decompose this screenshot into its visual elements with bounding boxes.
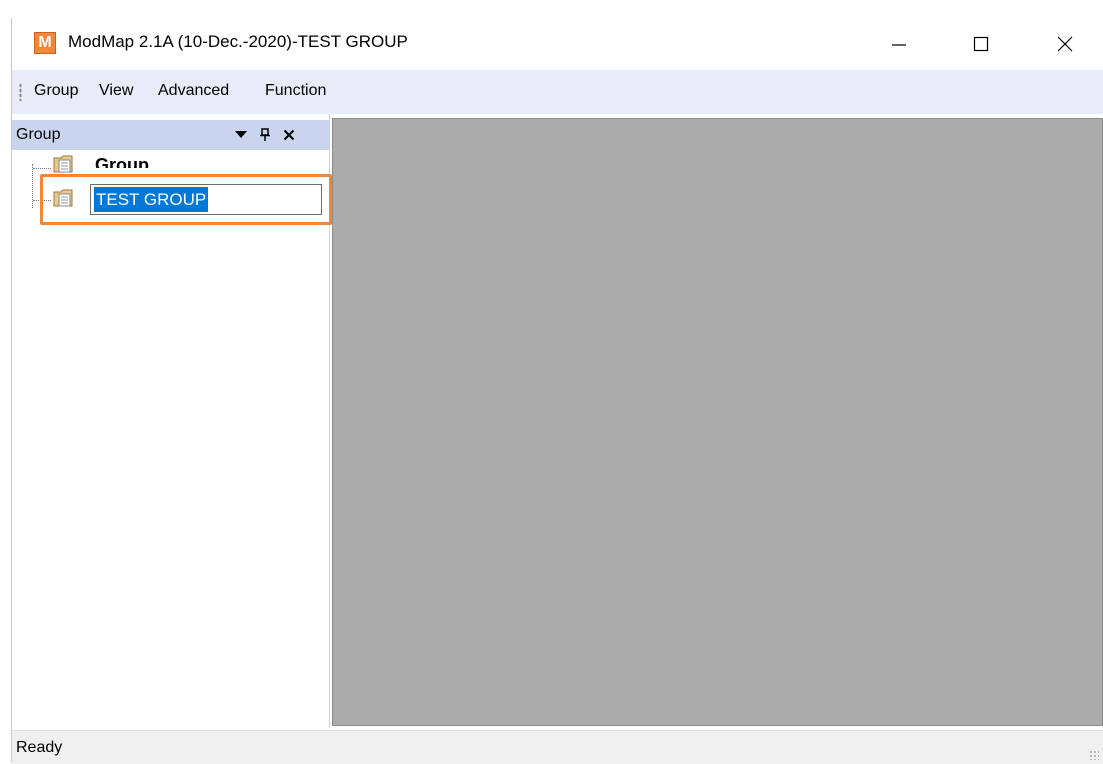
- folder-icon: [52, 187, 76, 209]
- app-icon[interactable]: M: [34, 32, 56, 54]
- tree-connector: [33, 168, 51, 169]
- tree-connector: [32, 164, 33, 208]
- status-bar: Ready: [12, 730, 1103, 764]
- panel-dropdown-button[interactable]: [231, 124, 251, 146]
- status-text: Ready: [16, 739, 63, 756]
- menu-view[interactable]: View: [96, 81, 136, 101]
- minimize-button[interactable]: [873, 18, 925, 70]
- size-grip-icon[interactable]: [1089, 750, 1099, 760]
- panel-header: Group: [12, 120, 330, 150]
- group-panel: Group Group TEST GROUP: [12, 114, 332, 728]
- maximize-icon: [973, 36, 989, 52]
- menu-function[interactable]: Function: [262, 81, 329, 101]
- close-button[interactable]: [1039, 18, 1091, 70]
- menu-grip-icon[interactable]: [19, 83, 22, 101]
- menu-bar: Group View Advanced Function: [12, 70, 1103, 114]
- dropdown-arrow-icon: [235, 131, 247, 138]
- mdi-workspace[interactable]: [332, 118, 1103, 726]
- menu-advanced[interactable]: Advanced: [155, 81, 232, 101]
- selected-text: TEST GROUP: [94, 187, 209, 212]
- window-title: ModMap 2.1A (10-Dec.-2020)-TEST GROUP: [68, 32, 408, 51]
- panel-close-icon: [283, 129, 295, 141]
- panel-pin-button[interactable]: [255, 124, 275, 146]
- menu-group[interactable]: Group: [31, 81, 81, 101]
- panel-close-button[interactable]: [279, 124, 299, 146]
- minimize-icon: [892, 44, 906, 46]
- tree-root-item[interactable]: Group: [95, 154, 149, 168]
- app-window: M ModMap 2.1A (10-Dec.-2020)-TEST GROUP …: [11, 18, 1103, 764]
- title-bar: M ModMap 2.1A (10-Dec.-2020)-TEST GROUP: [12, 18, 1103, 70]
- folder-icon: [52, 153, 76, 175]
- close-icon: [1057, 36, 1073, 52]
- maximize-button[interactable]: [955, 18, 1007, 70]
- panel-title: Group: [16, 126, 61, 143]
- tree-rename-input[interactable]: TEST GROUP: [90, 184, 322, 215]
- pin-icon: [260, 128, 270, 141]
